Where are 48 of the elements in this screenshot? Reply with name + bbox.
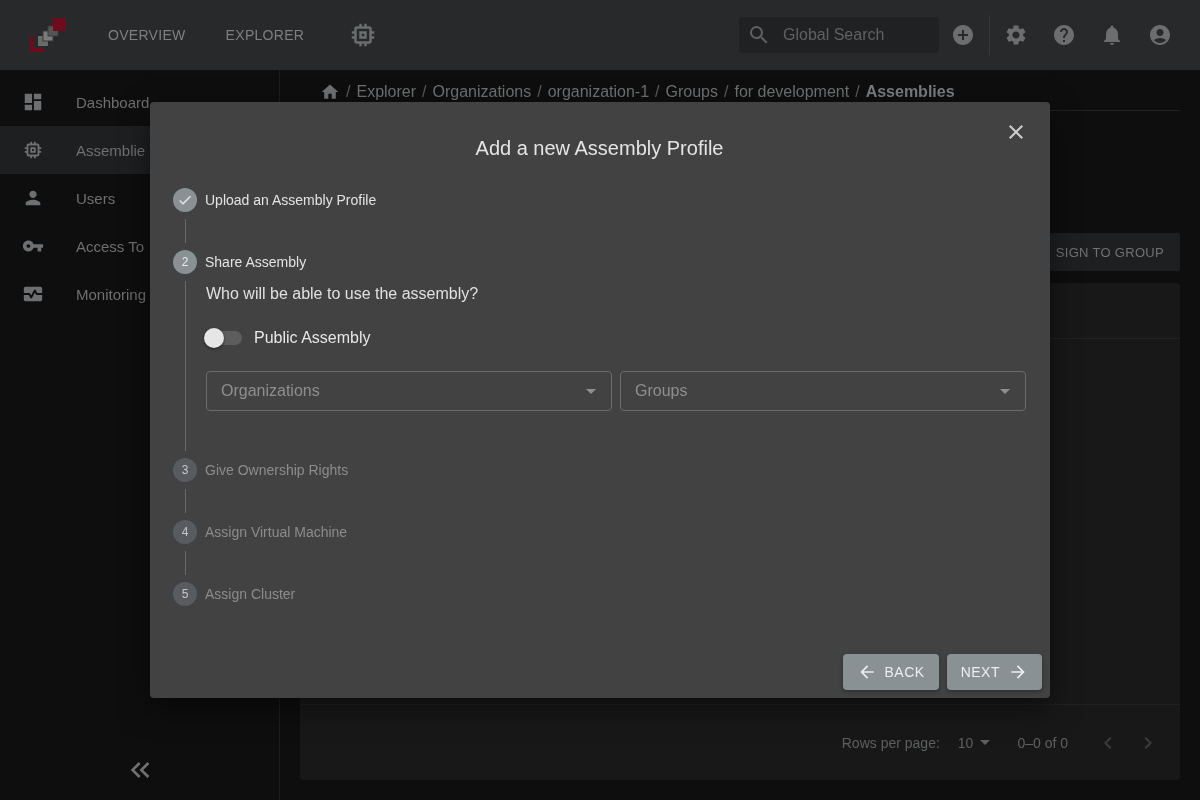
- step-number: 4: [173, 520, 197, 544]
- breadcrumb-separator: /: [537, 83, 542, 101]
- breadcrumb-separator: /: [422, 83, 427, 101]
- search-input[interactable]: Global Search: [781, 25, 931, 45]
- dashboard-icon: [22, 91, 44, 113]
- next-button[interactable]: NEXT: [946, 654, 1042, 690]
- caret-icon: [586, 388, 596, 394]
- nav-link[interactable]: OVERVIEW: [108, 27, 186, 43]
- help-icon[interactable]: [1052, 23, 1076, 47]
- toggle-label: Public Assembly: [254, 329, 371, 347]
- account-icon[interactable]: [1148, 23, 1172, 47]
- step-number: 3: [173, 458, 197, 482]
- dropdown-field[interactable]: Organizations: [206, 371, 612, 411]
- breadcrumb-separator: /: [346, 83, 351, 101]
- caret-icon: [1000, 388, 1010, 394]
- back-button[interactable]: BACK: [842, 654, 939, 690]
- step-label: Assign Virtual Machine: [205, 524, 348, 540]
- breadcrumb-separator: /: [724, 83, 729, 101]
- logo: [28, 16, 68, 54]
- nav-link[interactable]: EXPLORER: [225, 27, 305, 43]
- breadcrumb-link[interactable]: Assemblies: [865, 83, 955, 101]
- rows-per-page-label: Rows per page:: [841, 734, 940, 751]
- dropdown-field[interactable]: Groups: [620, 371, 1026, 411]
- step-number: 2: [173, 250, 197, 274]
- add-icon[interactable]: [951, 23, 975, 47]
- rows-per-page-select[interactable]: 10: [957, 734, 998, 751]
- step-label: Assign Cluster: [205, 586, 296, 602]
- chip-icon: [22, 139, 44, 161]
- breadcrumb-link[interactable]: Organizations: [432, 83, 532, 101]
- breadcrumb-separator: /: [655, 83, 660, 101]
- breadcrumb-link[interactable]: for development: [734, 83, 850, 101]
- breadcrumb-link[interactable]: Explorer: [356, 83, 417, 101]
- public-toggle[interactable]: [206, 331, 242, 345]
- breadcrumb-separator: /: [855, 83, 860, 101]
- search-field[interactable]: Global Search: [739, 17, 939, 53]
- step-label: Give Ownership Rights: [205, 462, 349, 478]
- breadcrumb-link[interactable]: organization-1: [547, 83, 650, 101]
- step-label: Upload an Assembly Profile: [205, 192, 377, 208]
- home-icon[interactable]: [320, 82, 340, 102]
- page-range: 0–0 of 0: [1017, 734, 1068, 751]
- breadcrumb-link[interactable]: Groups: [665, 83, 718, 101]
- sidebar-item[interactable]: Dashboard: [0, 78, 279, 126]
- question-text: Who will be able to use the assembly?: [206, 285, 480, 303]
- step-number: 5: [173, 582, 197, 606]
- step-label: Share Assembly: [205, 254, 307, 270]
- caret-icon: [980, 740, 991, 745]
- settings-icon[interactable]: [1004, 23, 1028, 47]
- dialog-title: Add a new Assembly Profile: [474, 137, 725, 161]
